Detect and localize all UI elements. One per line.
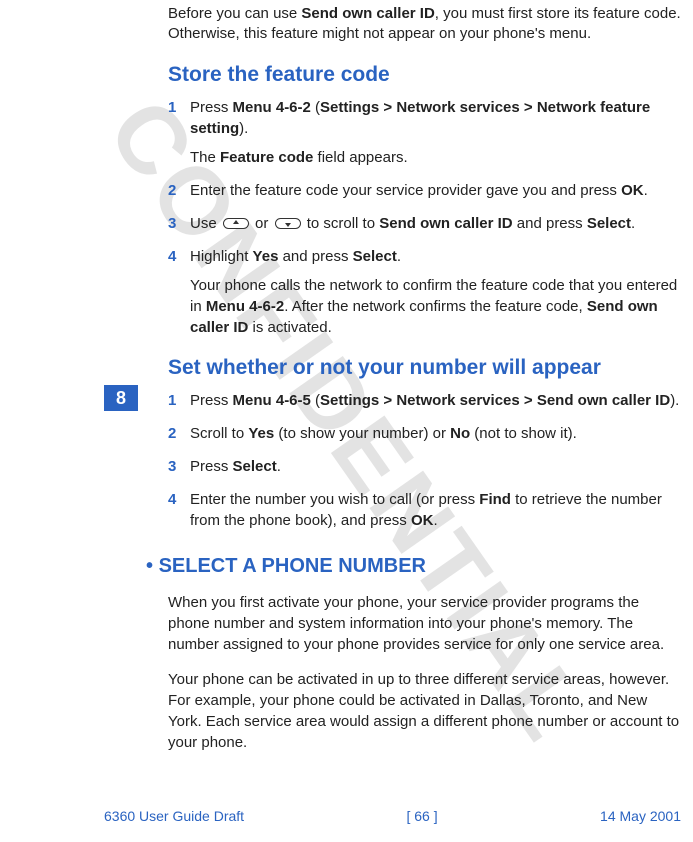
- step-text: Enter the feature code your service prov…: [190, 180, 681, 201]
- set-step: 1 Press Menu 4-6-5 (Settings > Network s…: [168, 390, 681, 411]
- step-text: Press Select.: [190, 456, 681, 477]
- step-number: 3: [168, 213, 176, 234]
- step-text: Highlight Yes and press Select.: [190, 246, 681, 267]
- heading-select-phone-number: SELECT A PHONE NUMBER: [146, 555, 681, 578]
- step-subtext: The Feature code field appears.: [190, 147, 681, 168]
- intro-paragraph: Before you can use Send own caller ID, y…: [168, 4, 681, 45]
- store-step: 3 Use or to scroll to Send own caller ID…: [168, 213, 681, 234]
- step-number: 1: [168, 390, 176, 411]
- heading-set-number-appear: Set whether or not your number will appe…: [168, 356, 681, 380]
- select-paragraph: When you first activate your phone, your…: [168, 592, 681, 655]
- select-paragraph: Your phone can be activated in up to thr…: [168, 669, 681, 753]
- step-number: 4: [168, 489, 176, 510]
- step-number: 3: [168, 456, 176, 477]
- footer-page-number: [ 66 ]: [406, 808, 437, 824]
- set-steps: 1 Press Menu 4-6-5 (Settings > Network s…: [168, 390, 681, 531]
- set-step: 2 Scroll to Yes (to show your number) or…: [168, 423, 681, 444]
- step-number: 2: [168, 180, 176, 201]
- step-subtext: Your phone calls the network to confirm …: [190, 275, 681, 338]
- store-steps: 1 Press Menu 4-6-2 (Settings > Network s…: [168, 97, 681, 338]
- page-footer: 6360 User Guide Draft [ 66 ] 14 May 2001: [104, 808, 681, 824]
- scroll-down-key-icon: [275, 218, 301, 229]
- set-step: 3 Press Select.: [168, 456, 681, 477]
- step-text: Press Menu 4-6-2 (Settings > Network ser…: [190, 97, 681, 139]
- step-text: Press Menu 4-6-5 (Settings > Network ser…: [190, 390, 681, 411]
- page-body: Before you can use Send own caller ID, y…: [0, 0, 693, 753]
- step-text: Use or to scroll to Send own caller ID a…: [190, 213, 681, 234]
- scroll-up-key-icon: [223, 218, 249, 229]
- step-number: 4: [168, 246, 176, 267]
- store-step: 4 Highlight Yes and press Select. Your p…: [168, 246, 681, 338]
- set-step: 4 Enter the number you wish to call (or …: [168, 489, 681, 531]
- footer-date: 14 May 2001: [600, 808, 681, 824]
- step-number: 1: [168, 97, 176, 118]
- chapter-tab: 8: [104, 385, 138, 411]
- step-number: 2: [168, 423, 176, 444]
- store-step: 2 Enter the feature code your service pr…: [168, 180, 681, 201]
- footer-doc-title: 6360 User Guide Draft: [104, 808, 244, 824]
- step-text: Scroll to Yes (to show your number) or N…: [190, 423, 681, 444]
- heading-store-feature-code: Store the feature code: [168, 63, 681, 87]
- step-text: Enter the number you wish to call (or pr…: [190, 489, 681, 531]
- store-step: 1 Press Menu 4-6-2 (Settings > Network s…: [168, 97, 681, 168]
